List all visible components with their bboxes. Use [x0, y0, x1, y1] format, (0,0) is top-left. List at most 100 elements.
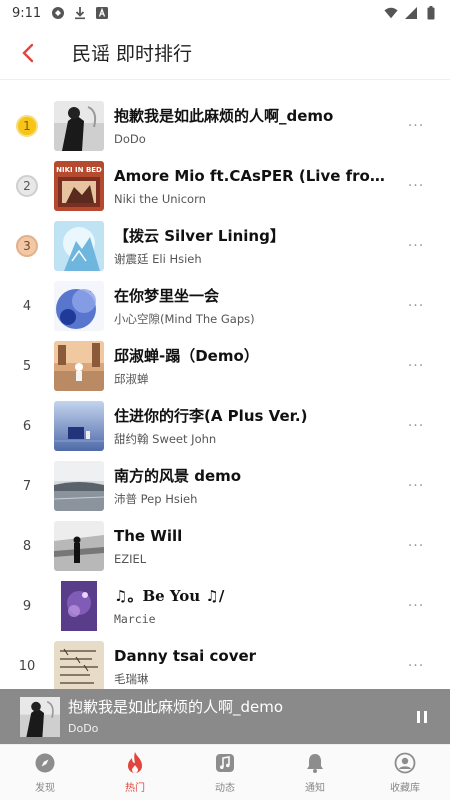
text-app-icon: [95, 6, 109, 20]
rank-number: 5: [22, 358, 32, 374]
song-artist: 小心空隙(Mind The Gaps): [114, 311, 255, 326]
song-artist: DoDo: [114, 131, 146, 146]
cover-label: NIKI IN BED: [56, 166, 102, 174]
header: 民谣 即时排行: [0, 26, 450, 80]
album-cover: [54, 101, 104, 151]
more-icon: ···: [407, 658, 425, 674]
rank-cell: 7: [0, 479, 54, 494]
flame-icon: [123, 751, 147, 775]
album-cover: ·: [54, 281, 104, 331]
song-title: Danny tsai cover: [114, 646, 257, 665]
rank-number: 4: [22, 298, 32, 314]
song-row[interactable]: 1 抱歉我是如此麻烦的人啊_demo DoDo ···: [0, 96, 450, 156]
app-notification-icon: [51, 6, 65, 20]
more-options-button[interactable]: ···: [404, 656, 428, 676]
chevron-left-icon: [22, 43, 34, 62]
song-row[interactable]: 4 · 在你梦里坐一会 小心空隙(Mind The Gaps) ···: [0, 276, 450, 336]
song-artist: 邱淑蝉: [114, 371, 149, 386]
song-title: 【拨云 Silver Lining】: [114, 226, 285, 245]
back-button[interactable]: [0, 26, 56, 80]
album-cover: NIKI IN BED: [54, 161, 104, 211]
album-cover: [54, 581, 104, 631]
nav-discover[interactable]: 发现: [0, 745, 90, 800]
song-title: 抱歉我是如此麻烦的人啊_demo: [114, 106, 334, 125]
music-note-icon: [213, 751, 237, 775]
song-row[interactable]: 2 NIKI IN BED Amore Mio ft.CAsPER (Live …: [0, 156, 450, 216]
song-artist: 谢震廷 Eli Hsieh: [114, 251, 202, 266]
signal-icon: [404, 6, 418, 20]
nav-feed[interactable]: 动态: [180, 745, 270, 800]
song-row[interactable]: 6 住进你的行李(A Plus Ver.) 甜约翰 Sweet John ···: [0, 396, 450, 456]
nav-label: 通知: [305, 783, 325, 794]
song-row[interactable]: 10 Danny tsai cover 毛瑞琳 ···: [0, 636, 450, 696]
gold-rank-badge: 1: [16, 115, 38, 137]
rank-cell: 3: [0, 235, 54, 257]
song-row[interactable]: 5 邱淑蝉-蹋（Demo） 邱淑蝉 ···: [0, 336, 450, 396]
song-row[interactable]: 9 ♫。Be You ♫/ Marcie ···: [0, 576, 450, 636]
bell-icon: [303, 751, 327, 775]
rank-number: 8: [22, 538, 32, 554]
compass-icon: [33, 751, 57, 775]
song-artist: Marcie: [114, 611, 156, 626]
rank-cell: 4: [0, 299, 54, 314]
more-icon: ···: [407, 538, 425, 554]
song-list: 1 抱歉我是如此麻烦的人啊_demo DoDo ··· 2 NIKI IN BE…: [0, 96, 450, 696]
more-options-button[interactable]: ···: [404, 296, 428, 316]
pause-button[interactable]: [412, 707, 432, 727]
song-title: Amore Mio ft.CAsPER (Live from Niki's Be…: [114, 166, 396, 185]
rank-number: 7: [22, 478, 32, 494]
nav-label: 热门: [125, 783, 145, 794]
song-title: 住进你的行李(A Plus Ver.): [114, 406, 308, 425]
download-icon: [73, 6, 87, 20]
status-bar: 9:11: [0, 0, 450, 26]
more-options-button[interactable]: ···: [404, 596, 428, 616]
more-options-button[interactable]: ···: [404, 476, 428, 496]
song-title: 邱淑蝉-蹋（Demo）: [114, 346, 259, 365]
more-options-button[interactable]: ···: [404, 176, 428, 196]
now-playing-title: 抱歉我是如此麻烦的人啊_demo: [68, 697, 284, 716]
song-artist: 毛瑞琳: [114, 671, 149, 686]
song-title: 南方的风景 demo: [114, 466, 242, 485]
rank-cell: 5: [0, 359, 54, 374]
more-options-button[interactable]: ···: [404, 116, 428, 136]
rank-number: 1: [23, 119, 31, 133]
bronze-rank-badge: 3: [16, 235, 38, 257]
song-title: 在你梦里坐一会: [114, 286, 220, 305]
nav-notifications[interactable]: 通知: [270, 745, 360, 800]
nav-library[interactable]: 收藏库: [360, 745, 450, 800]
more-icon: ···: [407, 118, 425, 134]
bottom-nav: 发现 热门 动态 通知 收藏库: [0, 744, 450, 800]
pause-icon: [417, 711, 427, 723]
status-time: 9:11: [12, 5, 42, 21]
song-row[interactable]: 8 The Will EZIEL ···: [0, 516, 450, 576]
now-playing-artist: DoDo: [68, 721, 99, 735]
rank-number: 2: [23, 179, 31, 193]
more-icon: ···: [407, 298, 425, 314]
more-icon: ···: [407, 598, 425, 614]
song-row[interactable]: 7 南方的风景 demo 沛普 Pep Hsieh ···: [0, 456, 450, 516]
song-artist: Niki the Unicorn: [114, 191, 206, 206]
wifi-icon: [384, 6, 398, 20]
more-icon: ···: [407, 238, 425, 254]
rank-cell: 9: [0, 599, 54, 614]
more-options-button[interactable]: ···: [404, 356, 428, 376]
user-circle-icon: [393, 751, 417, 775]
now-playing-bar[interactable]: 抱歉我是如此麻烦的人啊_demo DoDo: [0, 689, 450, 744]
rank-number: 9: [22, 598, 32, 614]
rank-number: 6: [22, 418, 32, 434]
song-artist: 甜约翰 Sweet John: [114, 431, 217, 446]
song-row[interactable]: 3 【拨云 Silver Lining】 谢震廷 Eli Hsieh ···: [0, 216, 450, 276]
album-cover: [54, 401, 104, 451]
page-title: 民谣 即时排行: [72, 43, 193, 65]
rank-number: 10: [18, 658, 36, 674]
album-cover: [54, 461, 104, 511]
more-options-button[interactable]: ···: [404, 416, 428, 436]
more-icon: ···: [407, 418, 425, 434]
more-options-button[interactable]: ···: [404, 536, 428, 556]
more-icon: ···: [407, 178, 425, 194]
battery-icon: [424, 6, 438, 20]
more-options-button[interactable]: ···: [404, 236, 428, 256]
rank-number: 3: [23, 239, 31, 253]
nav-hot[interactable]: 热门: [90, 745, 180, 800]
more-icon: ···: [407, 358, 425, 374]
